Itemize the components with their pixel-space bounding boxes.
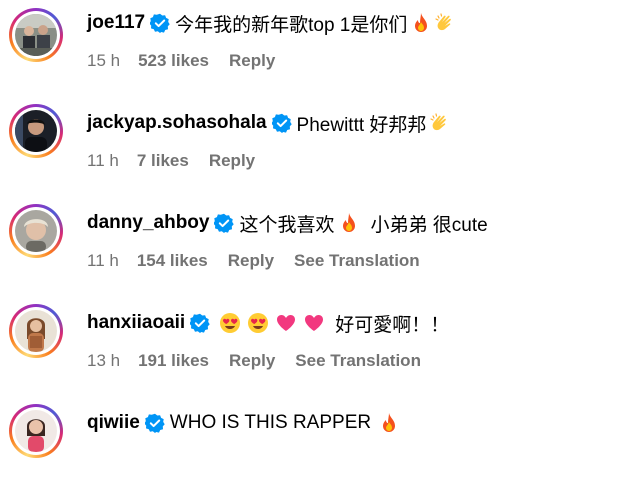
comment-header: joe117 今年我的新年歌top 1是你们 — [87, 8, 457, 38]
comment-item: danny_ahboy 这个我喜欢 小弟弟 很cute 11 h 154 lik… — [0, 200, 637, 290]
comment-text: Phewittt 好邦邦 — [296, 114, 427, 136]
verified-badge-icon — [271, 113, 292, 133]
comment-item: joe117 今年我的新年歌top 1是你们 15 h 523 likes Re… — [0, 0, 637, 90]
avatar[interactable] — [9, 304, 63, 358]
comment-meta: 11 h 154 likes Reply See Translation — [87, 248, 420, 274]
verified-badge-icon — [144, 413, 165, 433]
comment-meta: 15 h 523 likes Reply — [87, 48, 295, 74]
username[interactable]: danny_ahboy — [87, 212, 209, 234]
likes-count[interactable]: 523 likes — [138, 51, 209, 71]
pink-heart-emoji-icon — [275, 312, 296, 334]
comment-header: danny_ahboy 这个我喜欢 小弟弟 很cute — [87, 208, 488, 238]
avatar[interactable] — [9, 8, 63, 62]
fire-emoji-icon — [379, 412, 399, 434]
fire-emoji-icon — [339, 212, 359, 234]
reply-button[interactable]: Reply — [229, 51, 275, 71]
comment-header: hanxiiaoaii 好可愛啊！！ — [87, 308, 449, 338]
timestamp[interactable]: 15 h — [87, 51, 120, 71]
comment-text: 这个我喜欢 — [239, 214, 335, 236]
verified-badge-icon — [214, 213, 235, 233]
avatar-image — [15, 210, 57, 252]
likes-count[interactable]: 154 likes — [137, 251, 208, 271]
reply-button[interactable]: Reply — [209, 151, 255, 171]
see-translation-link[interactable]: See Translation — [295, 351, 421, 371]
likes-count[interactable]: 7 likes — [137, 151, 189, 171]
comment-text: WHO IS THIS RAPPER — [169, 412, 372, 433]
reply-button[interactable]: Reply — [229, 351, 275, 371]
comment-header: jackyap.sohasohala Phewittt 好邦邦 — [87, 108, 452, 138]
comment-item: jackyap.sohasohala Phewittt 好邦邦 11 h 7 l… — [0, 100, 637, 190]
avatar-image — [15, 110, 57, 152]
clapping-hands-emoji-icon — [430, 112, 450, 134]
comment-meta: 13 h 191 likes Reply See Translation — [87, 348, 421, 374]
comment-text: 今年我的新年歌top 1是你们 — [175, 14, 408, 36]
avatar[interactable] — [9, 104, 63, 158]
verified-badge-icon — [150, 13, 170, 33]
comment-meta: 11 h 7 likes Reply — [87, 148, 275, 174]
avatar-image — [15, 14, 57, 56]
timestamp[interactable]: 11 h — [87, 151, 119, 171]
avatar-ring-gap — [12, 11, 60, 59]
avatar[interactable] — [9, 404, 63, 458]
comment-header: qiwiie WHO IS THIS RAPPER — [87, 408, 401, 438]
avatar-ring-gap — [12, 207, 60, 255]
verified-badge-icon — [190, 313, 210, 333]
heart-eyes-emoji-icon — [219, 312, 241, 334]
pink-heart-emoji-icon — [303, 312, 324, 334]
username[interactable]: jackyap.sohasohala — [87, 112, 267, 134]
reply-button[interactable]: Reply — [228, 251, 274, 271]
avatar-image — [15, 310, 57, 352]
username[interactable]: hanxiiaoaii — [87, 312, 185, 334]
comment-item: qiwiie WHO IS THIS RAPPER — [0, 400, 637, 490]
username[interactable]: joe117 — [87, 12, 145, 34]
avatar-ring-gap — [12, 407, 60, 455]
avatar[interactable] — [9, 204, 63, 258]
fire-emoji-icon — [411, 12, 431, 34]
avatar-ring-gap — [12, 307, 60, 355]
likes-count[interactable]: 191 likes — [138, 351, 209, 371]
comment-text: 好可愛啊！！ — [335, 314, 450, 336]
comment-text: 小弟弟 很cute — [370, 214, 488, 236]
timestamp[interactable]: 11 h — [87, 251, 119, 271]
see-translation-link[interactable]: See Translation — [294, 251, 420, 271]
username[interactable]: qiwiie — [87, 412, 140, 434]
comment-item: hanxiiaoaii 好可愛啊！！ 13 h 191 likes Reply … — [0, 300, 637, 390]
avatar-ring-gap — [12, 107, 60, 155]
clapping-hands-emoji-icon — [435, 12, 455, 34]
heart-eyes-emoji-icon — [247, 312, 269, 334]
timestamp[interactable]: 13 h — [87, 351, 120, 371]
